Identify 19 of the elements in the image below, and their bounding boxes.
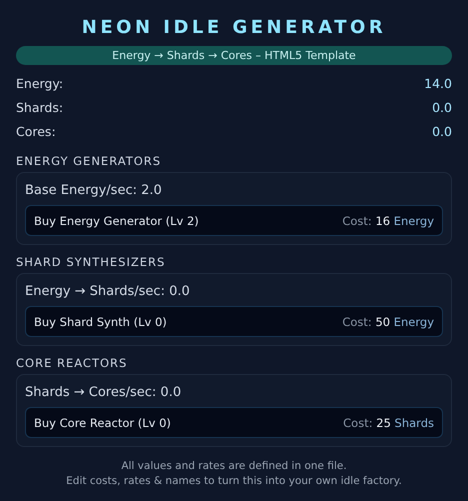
section-heading: ENERGY GENERATORS — [16, 153, 162, 170]
section-heading: CORE REACTORS — [16, 355, 128, 372]
buy-button[interactable]: Buy Shard Synth (Lv 0) Cost: 50 Energy — [25, 306, 443, 337]
resource-value: 0.0 — [432, 99, 452, 117]
resource-value: 0.0 — [432, 123, 452, 141]
section-heading: SHARD SYNTHESIZERS — [16, 254, 166, 271]
subtitle-banner: Energy → Shards → Cores – HTML5 Template — [16, 46, 452, 65]
rate-text: Shards → Cores/sec: 0.0 — [25, 384, 182, 402]
rate-text: Energy → Shards/sec: 0.0 — [25, 283, 191, 301]
footer-text: All values and rates are defined in one file. — [120, 459, 348, 474]
rate-text: Base Energy/sec: 2.0 — [25, 182, 163, 200]
app-title: NEON IDLE GENERATOR — [80, 16, 388, 40]
resource-value: 14.0 — [424, 75, 452, 93]
resource-label: Energy: — [16, 75, 64, 93]
resource-label: Cores: — [16, 123, 56, 141]
resource-label: Shards: — [16, 99, 64, 117]
buy-button[interactable]: Buy Energy Generator (Lv 2) Cost: 16 Energy — [25, 205, 443, 236]
buy-button[interactable]: Buy Core Reactor (Lv 0) Cost: 25 Shards — [25, 407, 443, 438]
footer-text: Edit costs, rates & names to turn this into your own idle factory. — [65, 474, 403, 489]
